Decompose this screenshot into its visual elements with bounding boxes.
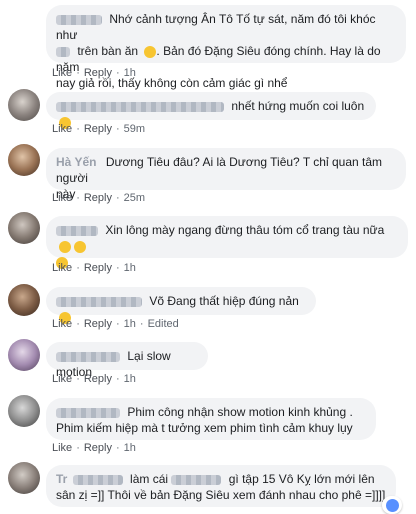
pensive-emoji-icon xyxy=(74,240,86,253)
comment-text: nhết hứng muốn coi luôn xyxy=(231,99,365,113)
like-reaction-icon xyxy=(385,498,399,512)
commenter-name-redacted[interactable] xyxy=(56,351,120,362)
avatar[interactable] xyxy=(8,339,40,371)
comment-actions: Like · Reply · 1h · Edited xyxy=(52,318,179,330)
comment-text-line2: trên bàn ăn xyxy=(77,44,139,58)
comment-text-line1: Dương Tiêu đâu? Ai là Dương Tiêu? T chỉ … xyxy=(56,155,382,185)
comment-text-line1: Nhớ cảnh tượng Ân Tô Tố tự sát, năm đó t… xyxy=(56,12,376,42)
like-link[interactable]: Like xyxy=(52,262,72,274)
reply-link[interactable]: Reply xyxy=(84,318,112,330)
comment-bubble: Võ Đang thất hiệp đúng nản xyxy=(46,287,316,324)
separator: · xyxy=(115,373,120,385)
timestamp[interactable]: 59m xyxy=(124,123,145,135)
reaction-badge[interactable] xyxy=(382,496,402,514)
like-link[interactable]: Like xyxy=(52,123,72,135)
timestamp[interactable]: 1h xyxy=(124,373,136,385)
edited-label[interactable]: Edited xyxy=(148,318,179,330)
commenter-name-redacted[interactable] xyxy=(56,296,142,307)
separator: · xyxy=(115,67,120,79)
like-link[interactable]: Like xyxy=(52,192,72,204)
like-link[interactable]: Like xyxy=(52,373,72,385)
timestamp[interactable]: 1h xyxy=(124,262,136,274)
comment-bubble: Lại slow motion xyxy=(46,342,208,379)
timestamp[interactable]: 1h xyxy=(124,67,136,79)
timestamp[interactable]: 1h xyxy=(124,318,136,330)
redacted-block xyxy=(171,474,222,485)
reply-link[interactable]: Reply xyxy=(84,442,112,454)
reply-link[interactable]: Reply xyxy=(84,123,112,135)
separator: · xyxy=(115,192,120,204)
comment-actions: Like · Reply · 1h xyxy=(52,442,136,454)
commenter-name[interactable]: Tr xyxy=(56,472,67,486)
separator: · xyxy=(139,318,144,330)
comment-text-line1: Phim công nhận show motion kinh khủng . xyxy=(127,405,353,419)
separator: · xyxy=(76,123,80,135)
separator: · xyxy=(76,192,80,204)
separator: · xyxy=(115,123,120,135)
comment-text-line2: Phim kiếm hiệp mà t tưởng xem phim tình … xyxy=(56,421,353,435)
comment-text: Võ Đang thất hiệp đúng nản xyxy=(149,294,299,308)
smile-emoji-icon xyxy=(144,45,157,58)
avatar[interactable] xyxy=(8,462,40,494)
like-link[interactable]: Like xyxy=(52,67,72,79)
comment-bubble: nhết hứng muốn coi luôn xyxy=(46,92,376,129)
separator: · xyxy=(115,262,120,274)
pensive-emoji-icon xyxy=(59,240,71,253)
like-link[interactable]: Like xyxy=(52,318,72,330)
like-link[interactable]: Like xyxy=(52,442,72,454)
separator: · xyxy=(76,318,80,330)
comment-bubble: Tr làm cái gì tập 15 Vô Kỵ lớn mới lên s… xyxy=(46,465,396,507)
redacted-block xyxy=(56,46,70,57)
commenter-name-redacted[interactable] xyxy=(56,225,98,236)
comment-actions: Like · Reply · 1h xyxy=(52,262,136,274)
commenter-name-redacted[interactable] xyxy=(56,101,224,112)
commenter-name-redacted[interactable] xyxy=(56,14,102,25)
comment-actions: Like · Reply · 59m xyxy=(52,123,145,135)
avatar[interactable] xyxy=(8,144,40,176)
timestamp[interactable]: 25m xyxy=(124,192,145,204)
redacted-block xyxy=(72,474,123,485)
comment-bubble: Hà Yến Dương Tiêu đâu? Ai là Dương Tiêu?… xyxy=(46,148,406,201)
avatar[interactable] xyxy=(8,284,40,316)
comment-actions: Like · Reply · 1h xyxy=(52,67,136,79)
comment-actions: Like · Reply · 1h xyxy=(52,373,136,385)
avatar[interactable] xyxy=(8,89,40,121)
comment-actions: Like · Reply · 25m xyxy=(52,192,145,204)
separator: · xyxy=(115,442,120,454)
separator: · xyxy=(76,442,80,454)
comment-text-line2: sân zị =]] Thôi về bản Đặng Siêu xem đán… xyxy=(56,488,386,502)
commenter-name-redacted[interactable] xyxy=(56,407,120,418)
separator: · xyxy=(76,67,80,79)
separator: · xyxy=(76,373,80,385)
comment-bubble: Phim công nhận show motion kinh khủng . … xyxy=(46,398,376,440)
timestamp[interactable]: 1h xyxy=(124,442,136,454)
separator: · xyxy=(76,262,80,274)
reply-link[interactable]: Reply xyxy=(84,192,112,204)
commenter-name[interactable]: Hà Yến xyxy=(56,155,96,169)
comment-bubble: Xin lông mày ngang đừng thâu tóm cổ tran… xyxy=(46,216,408,269)
avatar[interactable] xyxy=(8,212,40,244)
comment-text-line1a: làm cái xyxy=(130,472,169,486)
comment-text: Xin lông mày ngang đừng thâu tóm cổ tran… xyxy=(105,223,385,237)
reply-link[interactable]: Reply xyxy=(84,373,112,385)
avatar[interactable] xyxy=(8,395,40,427)
comment-text-line1b: gì tập 15 Vô Kỵ lớn mới lên xyxy=(228,472,375,486)
reply-link[interactable]: Reply xyxy=(84,262,112,274)
reply-link[interactable]: Reply xyxy=(84,67,112,79)
comment-bubble: Nhớ cảnh tượng Ân Tô Tố tự sát, năm đó t… xyxy=(46,5,406,90)
separator: · xyxy=(115,318,120,330)
